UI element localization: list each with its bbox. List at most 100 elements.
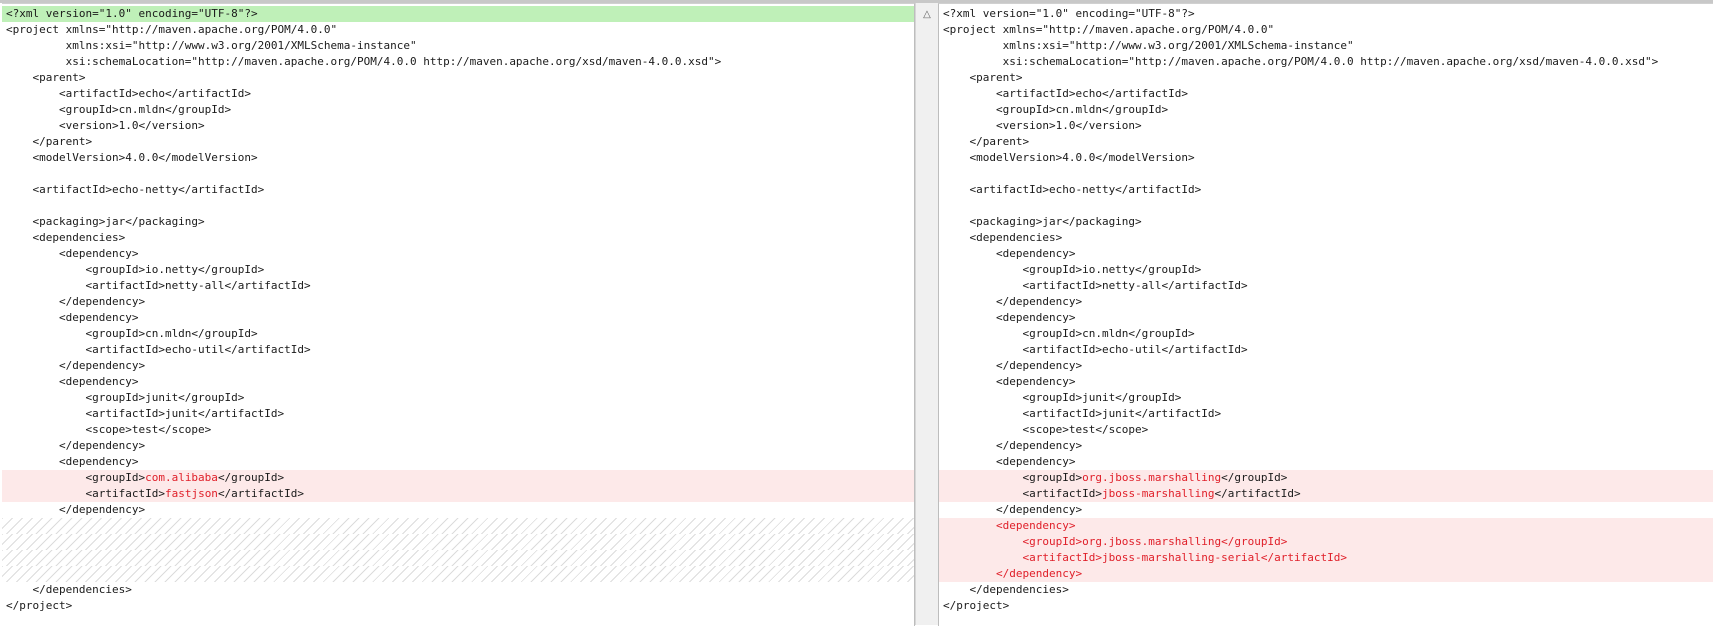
- code-text: <artifactId>echo-util</artifactId>: [943, 343, 1248, 356]
- right-pane-line: <dependencies>: [939, 230, 1713, 246]
- left-pane-line: <scope>test</scope>: [2, 422, 914, 438]
- right-pane-line: <groupId>io.netty</groupId>: [939, 262, 1713, 278]
- right-pane-line: <dependency>: [939, 454, 1713, 470]
- code-text: <packaging>jar</packaging>: [943, 215, 1142, 228]
- left-pane-line: [2, 518, 914, 534]
- code-text: <artifactId>: [943, 487, 1102, 500]
- left-pane-line: [2, 534, 914, 550]
- diff-viewer: <?xml version="1.0" encoding="UTF-8"?> <p…: [0, 0, 1713, 626]
- code-text: <artifactId>junit</artifactId>: [943, 407, 1222, 420]
- right-pane-line: <artifactId>netty-all</artifactId>: [939, 278, 1713, 294]
- code-text: </dependency>: [943, 567, 1083, 580]
- left-pane-line: <artifactId>junit</artifactId>: [2, 406, 914, 422]
- left-pane-line: <artifactId>netty-all</artifactId>: [2, 278, 914, 294]
- code-text: xsi:schemaLocation="http://maven.apache.…: [943, 55, 1659, 68]
- code-text: <artifactId>netty-all</artifactId>: [943, 279, 1248, 292]
- left-pane-line: xmlns:xsi="http://www.w3.org/2001/XMLSch…: [2, 38, 914, 54]
- code-text: </parent>: [6, 135, 93, 148]
- right-pane-line: <groupId>org.jboss.marshalling</groupId>: [939, 470, 1713, 486]
- left-pane-line: <packaging>jar</packaging>: [2, 214, 914, 230]
- code-text: <groupId>: [943, 471, 1083, 484]
- code-text: <project xmlns="http://maven.apache.org/…: [943, 23, 1275, 36]
- right-pane-line: <artifactId>jboss-marshalling</artifactI…: [939, 486, 1713, 502]
- left-pane-line: <dependency>: [2, 454, 914, 470]
- code-text: xmlns:xsi="http://www.w3.org/2001/XMLSch…: [943, 39, 1354, 52]
- right-pane-line: <parent>: [939, 70, 1713, 86]
- code-text: </dependency>: [6, 359, 146, 372]
- code-text: <artifactId>junit</artifactId>: [6, 407, 285, 420]
- code-text: <groupId>io.netty</groupId>: [943, 263, 1202, 276]
- code-text: <dependency>: [943, 247, 1076, 260]
- code-text: <artifactId>echo-util</artifactId>: [6, 343, 311, 356]
- code-text: <artifactId>echo-netty</artifactId>: [943, 183, 1202, 196]
- diff-highlight-text: com.alibaba: [145, 471, 218, 484]
- code-text: <packaging>jar</packaging>: [6, 215, 205, 228]
- left-pane-line: <artifactId>echo-netty</artifactId>: [2, 182, 914, 198]
- code-text: </dependency>: [943, 295, 1083, 308]
- code-text: <dependency>: [943, 311, 1076, 324]
- right-pane-line: </dependency>: [939, 294, 1713, 310]
- code-text: <groupId>cn.mldn</groupId>: [6, 327, 258, 340]
- code-text: </dependency>: [6, 439, 146, 452]
- right-pane-line: </dependency>: [939, 502, 1713, 518]
- right-pane-line: xsi:schemaLocation="http://maven.apache.…: [939, 54, 1713, 70]
- right-pane-line: [939, 198, 1713, 214]
- code-text: <groupId>: [6, 471, 146, 484]
- right-pane-line: <?xml version="1.0" encoding="UTF-8"?>: [939, 6, 1713, 22]
- left-pane-line: <parent>: [2, 70, 914, 86]
- right-pane-line: <artifactId>junit</artifactId>: [939, 406, 1713, 422]
- code-text: xsi:schemaLocation="http://maven.apache.…: [6, 55, 722, 68]
- left-pane-line: <groupId>cn.mldn</groupId>: [2, 326, 914, 342]
- vertical-scrollbar[interactable]: △: [915, 3, 939, 625]
- left-pane-line: <groupId>io.netty</groupId>: [2, 262, 914, 278]
- right-pane-line: </dependency>: [939, 358, 1713, 374]
- code-text: <dependency>: [943, 375, 1076, 388]
- right-pane-line: <artifactId>jboss-marshalling-serial</ar…: [939, 550, 1713, 566]
- scroll-up-arrow-icon[interactable]: △: [916, 7, 938, 23]
- left-pane-line: <groupId>cn.mldn</groupId>: [2, 102, 914, 118]
- diff-highlight-text: jboss-marshalling: [1101, 487, 1215, 500]
- code-text: <scope>test</scope>: [6, 423, 212, 436]
- code-text: <dependencies>: [943, 231, 1063, 244]
- right-pane-line: <dependency>: [939, 518, 1713, 534]
- code-text: <groupId>cn.mldn</groupId>: [6, 103, 232, 116]
- code-text: <groupId>io.netty</groupId>: [6, 263, 265, 276]
- code-text: </dependency>: [943, 439, 1083, 452]
- code-text: <groupId>junit</groupId>: [943, 391, 1182, 404]
- left-pane-line: </project>: [2, 598, 914, 614]
- right-pane-line: <artifactId>echo-netty</artifactId>: [939, 182, 1713, 198]
- code-text: </dependencies>: [6, 583, 132, 596]
- code-text: </project>: [6, 599, 73, 612]
- code-text: <dependency>: [6, 375, 139, 388]
- code-text: xmlns:xsi="http://www.w3.org/2001/XMLSch…: [6, 39, 417, 52]
- code-text: </dependency>: [943, 359, 1083, 372]
- code-text: <artifactId>jboss-marshalling-serial</ar…: [943, 551, 1347, 564]
- code-text: <dependency>: [6, 455, 139, 468]
- code-text: <dependency>: [6, 247, 139, 260]
- left-file-pane[interactable]: <?xml version="1.0" encoding="UTF-8"?> <p…: [2, 3, 915, 626]
- right-pane-line: <groupId>cn.mldn</groupId>: [939, 326, 1713, 342]
- diff-highlight-text: fastjson: [164, 487, 218, 500]
- left-pane-line: [2, 550, 914, 566]
- code-text: <artifactId>netty-all</artifactId>: [6, 279, 311, 292]
- right-pane-line: <scope>test</scope>: [939, 422, 1713, 438]
- code-text: <artifactId>echo-netty</artifactId>: [6, 183, 265, 196]
- code-text: <groupId>cn.mldn</groupId>: [943, 103, 1169, 116]
- right-pane-line: </dependencies>: [939, 582, 1713, 598]
- right-pane-line: </dependency>: [939, 566, 1713, 582]
- right-file-pane[interactable]: <?xml version="1.0" encoding="UTF-8"?> <p…: [938, 3, 1713, 626]
- left-pane-line: <version>1.0</version>: [2, 118, 914, 134]
- code-text: </parent>: [943, 135, 1030, 148]
- left-pane-line: <?xml version="1.0" encoding="UTF-8"?>: [2, 6, 914, 22]
- code-text: <parent>: [6, 71, 86, 84]
- right-pane-line: <artifactId>echo</artifactId>: [939, 86, 1713, 102]
- code-text: <parent>: [943, 71, 1023, 84]
- left-pane-line: xsi:schemaLocation="http://maven.apache.…: [2, 54, 914, 70]
- code-text: <version>1.0</version>: [943, 119, 1142, 132]
- left-pane-line: <artifactId>echo-util</artifactId>: [2, 342, 914, 358]
- code-text: <?xml version="1.0" encoding="UTF-8"?>: [6, 7, 258, 20]
- code-text: </dependency>: [6, 503, 146, 516]
- left-pane-line: [2, 198, 914, 214]
- right-code-lines: <?xml version="1.0" encoding="UTF-8"?> <p…: [939, 4, 1713, 614]
- left-pane-line: </dependency>: [2, 294, 914, 310]
